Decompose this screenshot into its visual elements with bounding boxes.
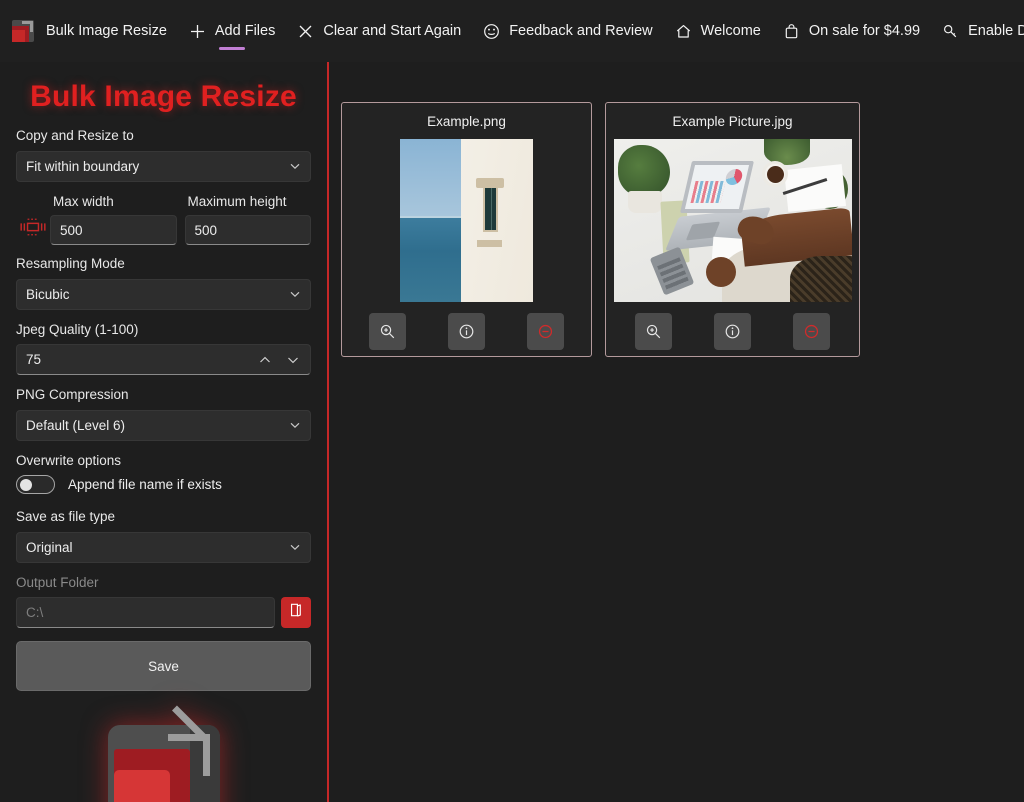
app-title-label: Bulk Image Resize: [46, 23, 167, 39]
plus-icon: [189, 23, 206, 40]
image-card-actions: [635, 313, 830, 350]
settings-sidebar: Bulk Image Resize Copy and Resize to Fit…: [0, 62, 327, 802]
append-filename-label: Append file name if exists: [68, 477, 222, 493]
app-logo-icon: [12, 20, 34, 42]
png-compression-label: PNG Compression: [16, 387, 129, 403]
save-as-file-type-label: Save as file type: [16, 509, 116, 525]
chevron-up-icon[interactable]: [252, 347, 278, 372]
browse-folder-button[interactable]: [281, 597, 311, 629]
info-icon[interactable]: [714, 313, 751, 350]
resize-mode-label: Copy and Resize to: [16, 128, 134, 143]
toggle-knob: [20, 478, 32, 491]
menu-item-feedback-label: Feedback and Review: [509, 23, 653, 39]
chevron-down-icon: [289, 160, 301, 172]
append-filename-toggle-row: Append file name if exists: [16, 475, 311, 495]
app-title: Bulk Image Resize: [46, 17, 178, 45]
brand-title: Bulk Image Resize: [30, 80, 297, 113]
image-card-title: Example.png: [427, 114, 506, 129]
output-folder-input[interactable]: C:\: [16, 597, 275, 629]
max-height-input[interactable]: 500: [184, 215, 311, 246]
resize-mode-value: Fit within boundary: [26, 158, 140, 174]
output-folder-row: C:\: [16, 597, 311, 629]
menu-item-on-sale-label: On sale for $4.99: [808, 23, 921, 39]
chevron-down-icon: [289, 419, 301, 431]
resampling-mode-dropdown[interactable]: Bicubic: [16, 278, 311, 310]
menu-item-feedback-and-review[interactable]: Feedback and Review: [472, 17, 663, 46]
images-panel: 2 images. Example.png: [329, 62, 1024, 802]
menu-item-clear-and-start-again[interactable]: Clear and Start Again: [286, 17, 472, 46]
append-filename-toggle[interactable]: [16, 475, 55, 495]
shopping-bag-icon: [783, 23, 800, 40]
lighthouse-wall-photo: [400, 139, 533, 302]
menu-item-enable-drag-and-drop[interactable]: Enable Drag and Drop support.: [931, 17, 1024, 46]
menu-item-drag-drop-label: Enable Drag and Drop support.: [968, 23, 1024, 39]
image-card-actions: [369, 313, 564, 350]
max-height-field-group: Maximum height 500: [184, 193, 311, 246]
resampling-mode-label: Resampling Mode: [16, 256, 125, 272]
chevron-down-icon: [289, 541, 301, 553]
png-compression-value: Default (Level 6): [26, 417, 126, 433]
menu-item-clear-label: Clear and Start Again: [323, 23, 462, 39]
menu-item-welcome-label: Welcome: [700, 23, 761, 39]
overwrite-options-label: Overwrite options: [16, 452, 122, 468]
save-button-label: Save: [148, 658, 179, 674]
remove-circle-icon[interactable]: [527, 313, 564, 350]
app-body: Bulk Image Resize Copy and Resize to Fit…: [0, 62, 1024, 802]
max-width-label: Max width: [53, 193, 114, 209]
resize-mode-dropdown[interactable]: Fit within boundary: [16, 150, 311, 182]
image-card-list: Example.png Example Picture.jpg: [329, 62, 1024, 357]
zoom-in-icon[interactable]: [635, 313, 672, 350]
save-button[interactable]: Save: [16, 641, 311, 692]
info-icon[interactable]: [448, 313, 485, 350]
bulk-image-resize-logo: [107, 705, 220, 802]
close-x-icon: [297, 23, 314, 40]
home-icon: [675, 23, 692, 40]
jpeg-quality-label: Jpeg Quality (1-100): [16, 321, 139, 337]
chevron-down-icon[interactable]: [280, 347, 306, 372]
resize-boundary-icon: [16, 201, 50, 245]
menu-item-welcome[interactable]: Welcome: [664, 17, 772, 46]
max-height-label: Maximum height: [187, 193, 287, 209]
menu-item-on-sale[interactable]: On sale for $4.99: [772, 17, 931, 46]
jpeg-quality-value: 75: [26, 352, 42, 368]
output-folder-label: Output Folder: [16, 574, 99, 590]
png-compression-dropdown[interactable]: Default (Level 6): [16, 409, 311, 441]
image-card-title: Example Picture.jpg: [672, 114, 793, 129]
remove-circle-icon[interactable]: [793, 313, 830, 350]
save-as-file-type-dropdown[interactable]: Original: [16, 531, 311, 563]
menu-item-add-files-label: Add Files: [214, 23, 276, 39]
jpeg-quality-spinner[interactable]: 75: [16, 344, 311, 376]
image-card[interactable]: Example.png: [341, 102, 592, 357]
resampling-mode-value: Bicubic: [26, 286, 70, 302]
save-as-file-type-value: Original: [26, 539, 73, 555]
chevron-down-icon: [289, 288, 301, 300]
open-folder-icon: [288, 602, 304, 623]
menu-item-add-files[interactable]: Add Files: [178, 17, 286, 46]
dimensions-row: Max width 500 Maximum height 500: [16, 193, 311, 246]
title-bar: Bulk Image Resize Add Files Clear and St…: [0, 0, 1024, 62]
zoom-in-icon[interactable]: [369, 313, 406, 350]
max-width-field-group: Max width 500: [50, 193, 177, 246]
max-width-input[interactable]: 500: [50, 215, 177, 246]
smiley-face-icon: [483, 23, 500, 40]
desk-laptop-photo: [613, 139, 852, 302]
image-card[interactable]: Example Picture.jpg: [605, 102, 860, 357]
key-icon: [942, 23, 959, 40]
